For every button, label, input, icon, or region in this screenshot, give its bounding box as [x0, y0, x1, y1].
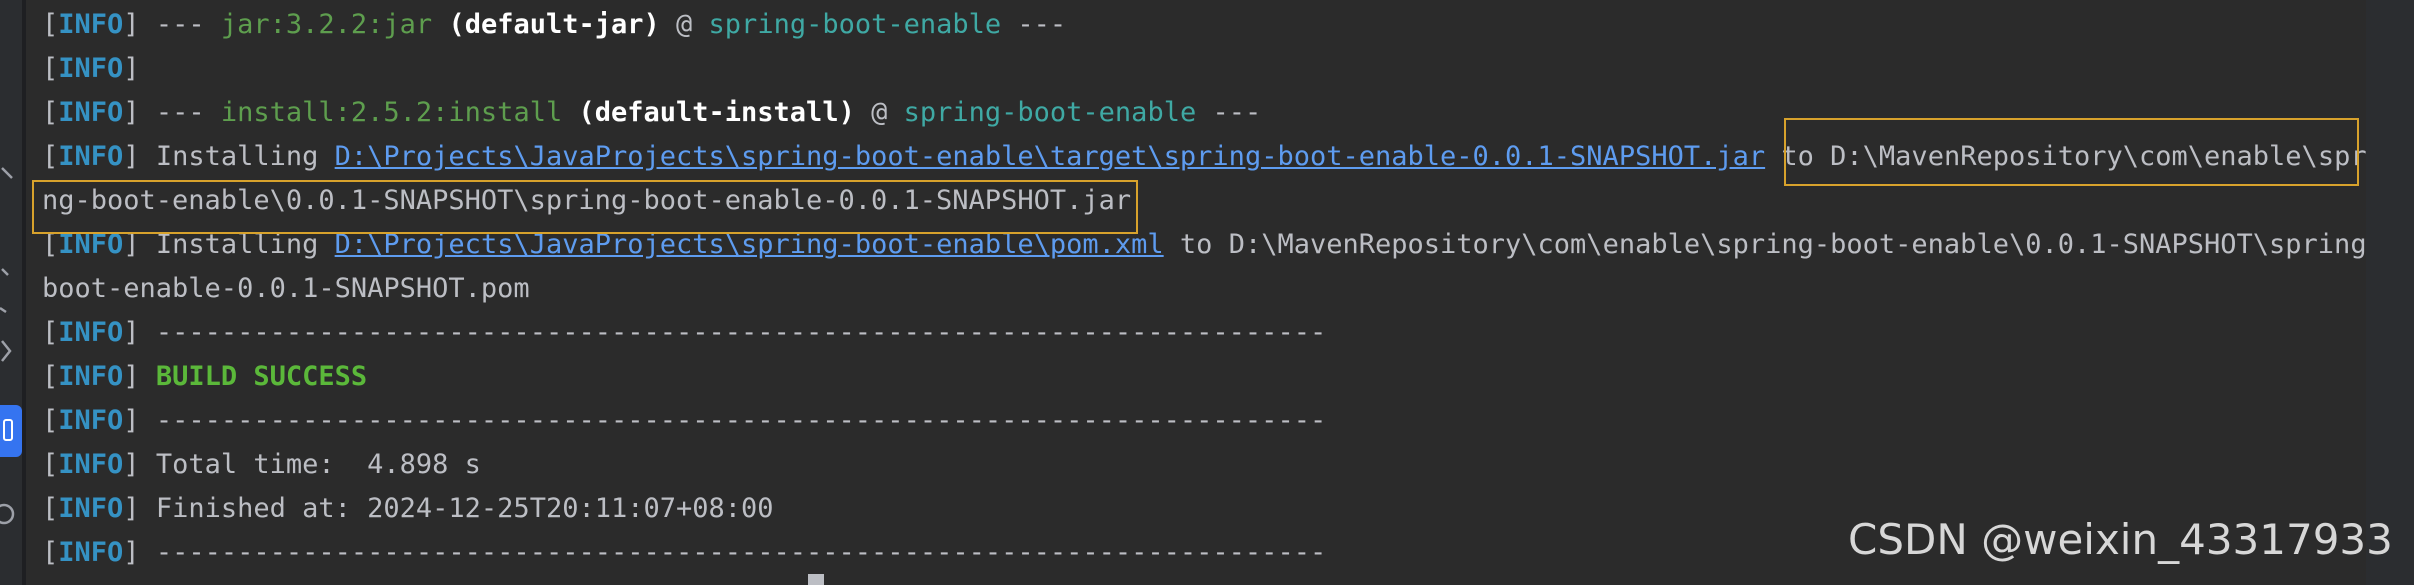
info-tag: INFO: [58, 361, 124, 392]
terminal-icon[interactable]: [0, 405, 22, 457]
info-tag: INFO: [58, 405, 124, 436]
info-tag: INFO: [58, 141, 124, 172]
separator-line: ----------------------------------------…: [139, 537, 1327, 568]
tool-window-gutter: [0, 0, 22, 585]
console-line: [INFO]: [42, 53, 140, 84]
console-line: [INFO] --- install:2.5.2:install (defaul…: [42, 97, 1262, 128]
info-tag: INFO: [58, 493, 124, 524]
scrollbar[interactable]: [2366, 0, 2414, 585]
arrow-icon[interactable]: [0, 255, 18, 285]
execution-id: (default-install): [578, 97, 855, 128]
console-line: [INFO] BUILD SUCCESS: [42, 361, 368, 392]
wrench-icon[interactable]: [0, 160, 18, 190]
info-tag: INFO: [58, 97, 124, 128]
build-success-status: BUILD SUCCESS: [155, 361, 368, 392]
settings-icon[interactable]: [0, 300, 18, 330]
console-output[interactable]: [INFO] --- jar:3.2.2:jar (default-jar) @…: [26, 0, 2366, 585]
finished-at: Finished at: 2024-12-25T20:11:07+08:00: [139, 493, 774, 524]
highlight-box: [32, 180, 1138, 234]
execution-id: (default-jar): [448, 9, 660, 40]
console-line: [INFO] Finished at: 2024-12-25T20:11:07+…: [42, 493, 774, 524]
console-line: boot-enable-0.0.1-SNAPSHOT.pom: [42, 273, 530, 304]
info-tag: INFO: [58, 317, 124, 348]
console-line: [INFO] ---------------------------------…: [42, 537, 1327, 568]
separator-line: ----------------------------------------…: [139, 405, 1327, 436]
separator-line: ----------------------------------------…: [139, 317, 1327, 348]
code-icon[interactable]: [0, 337, 18, 367]
watermark: CSDN @weixin_43317933: [1848, 515, 2393, 564]
info-tag: INFO: [58, 9, 124, 40]
console-line: [INFO] --- jar:3.2.2:jar (default-jar) @…: [42, 9, 1067, 40]
plugin-id: install:2.5.2:install: [220, 97, 563, 128]
info-tag: INFO: [58, 449, 124, 480]
console-line: [INFO] ---------------------------------…: [42, 317, 1327, 348]
info-tag: INFO: [58, 53, 124, 84]
total-time: Total time: 4.898 s: [139, 449, 481, 480]
project-name: spring-boot-enable: [903, 97, 1197, 128]
plugin-id: jar:3.2.2:jar: [220, 9, 433, 40]
info-tag: INFO: [58, 537, 124, 568]
console-line: [INFO] ---------------------------------…: [42, 405, 1327, 436]
file-path-link[interactable]: D:\Projects\JavaProjects\spring-boot-ena…: [335, 141, 1765, 172]
project-name: spring-boot-enable: [708, 9, 1002, 40]
highlight-box: [1784, 118, 2359, 186]
info-icon[interactable]: [0, 500, 18, 530]
console-line: [INFO] Total time: 4.898 s: [42, 449, 481, 480]
text-caret: [808, 574, 824, 585]
